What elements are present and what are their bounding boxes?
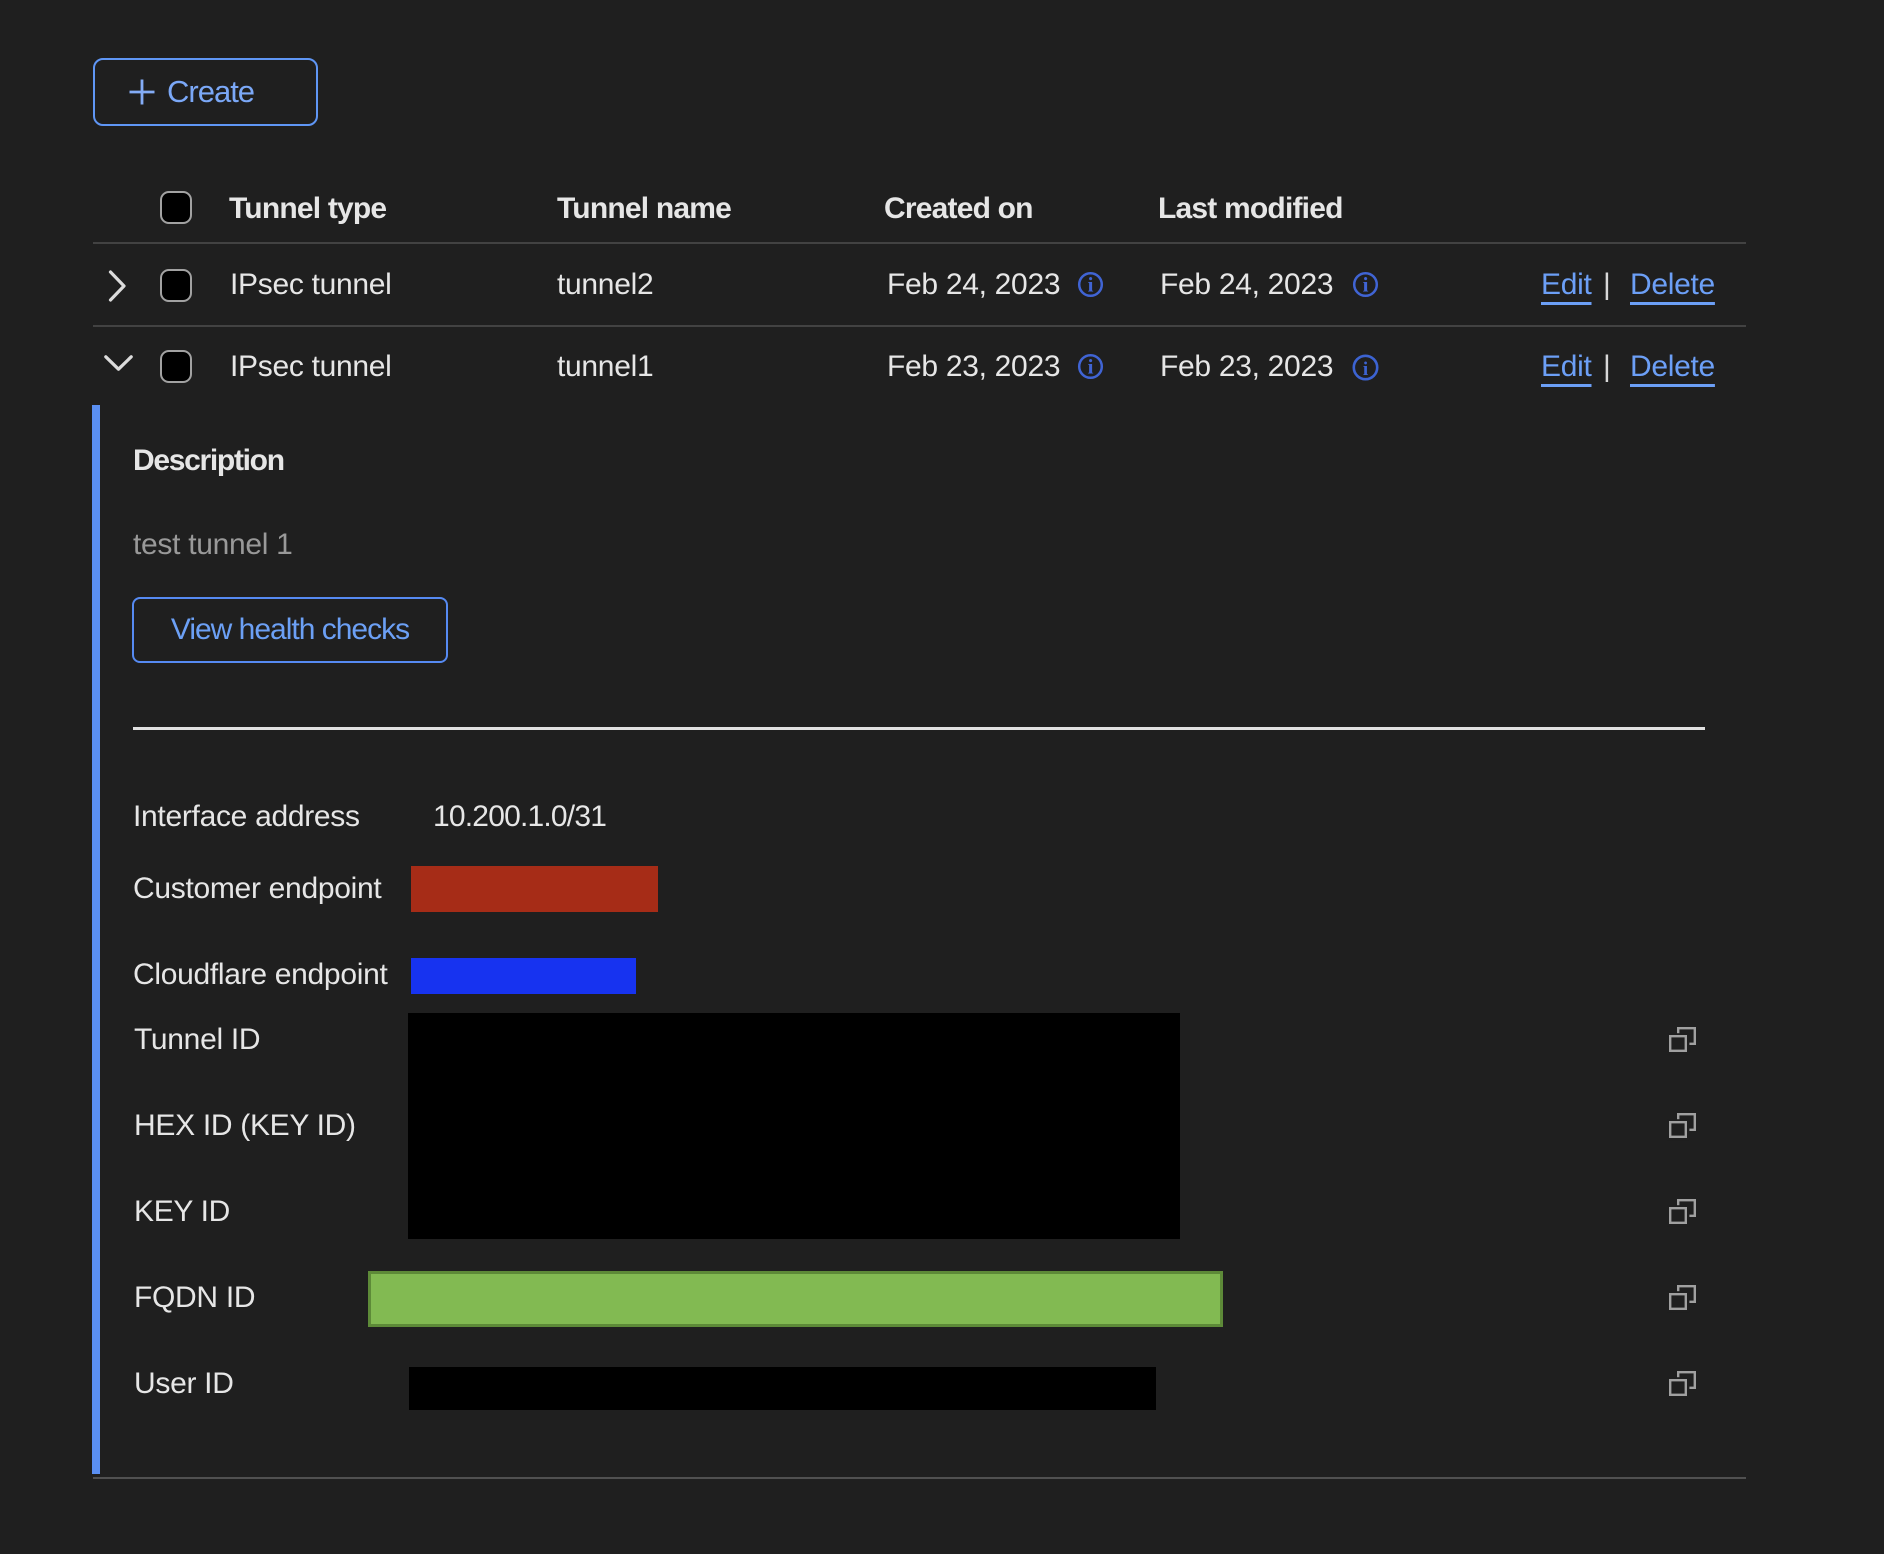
svg-text:i: i xyxy=(1088,273,1094,297)
svg-text:i: i xyxy=(1363,273,1369,297)
svg-text:i: i xyxy=(1088,355,1094,379)
svg-text:i: i xyxy=(1363,359,1368,380)
